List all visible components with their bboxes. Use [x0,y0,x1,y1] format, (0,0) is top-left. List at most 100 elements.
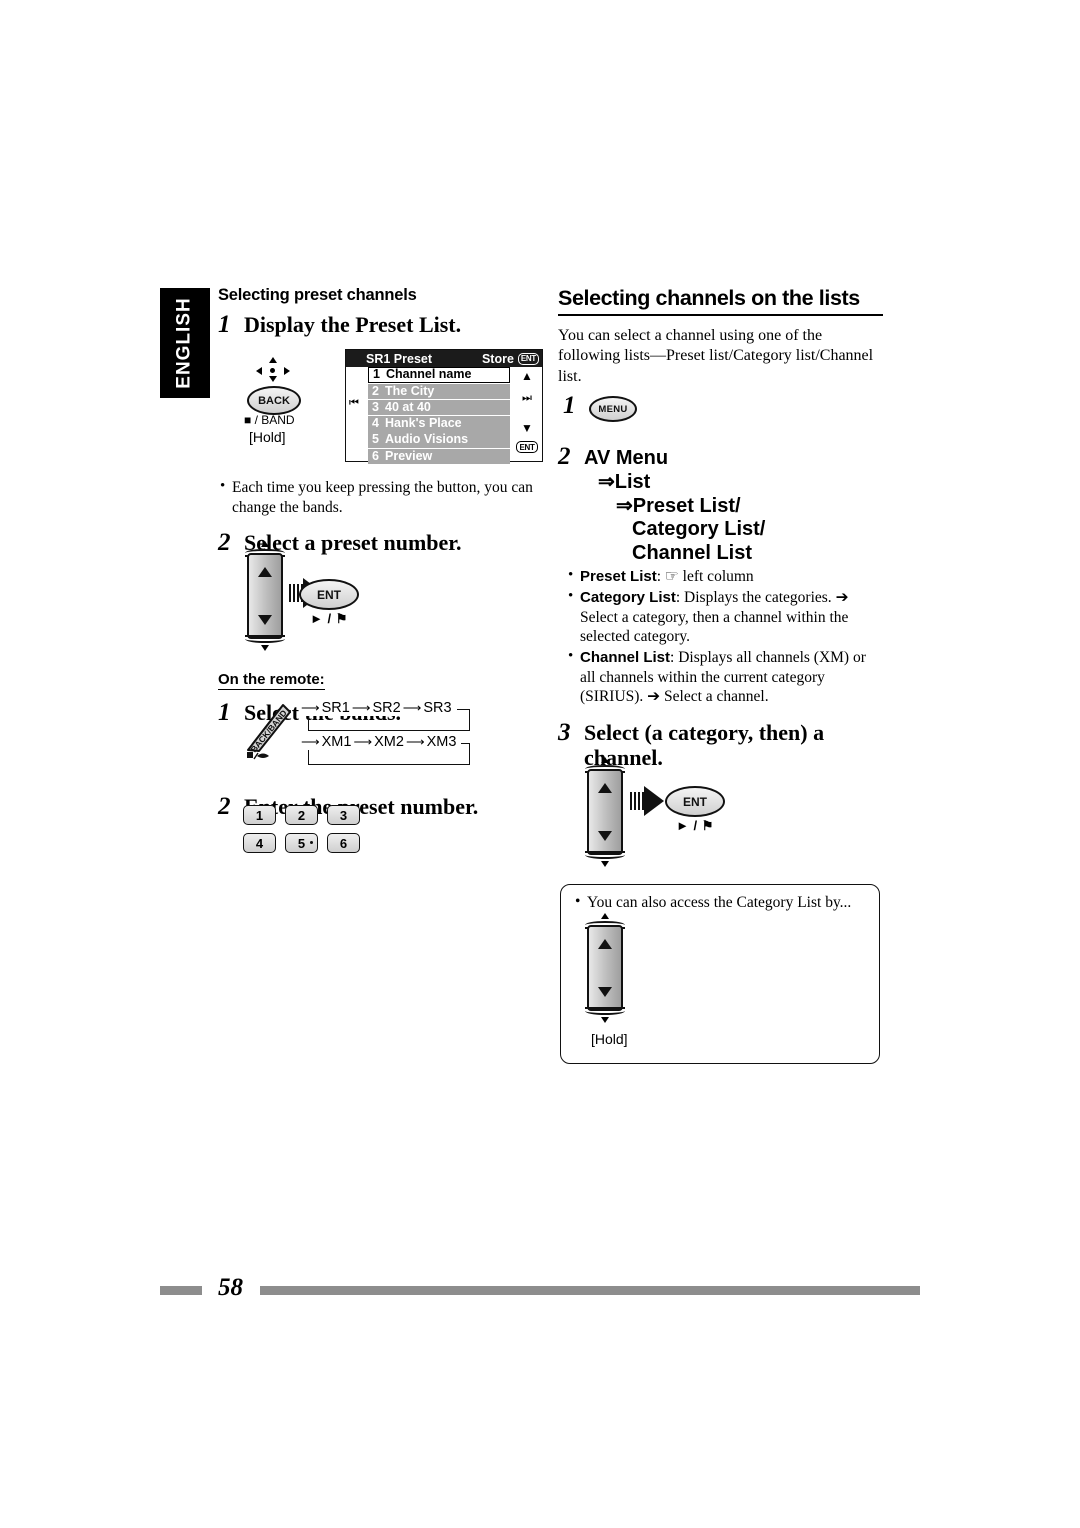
arrow-icon: ⟶ [301,700,320,715]
ent-button[interactable]: ENT [299,579,359,610]
preset-list-header: SR1 Preset Store ENT [346,350,542,367]
list-item-label: 40 at 40 [385,399,431,414]
back-button[interactable]: BACK [247,386,301,415]
dpad-right-icon [284,366,290,375]
arrow-icon: ⟶ [402,700,422,715]
scroll-rocker-control[interactable] [583,757,627,867]
rocker-top-tip-icon [601,757,609,763]
list-item: Channel List: Displays all channels (XM)… [566,647,883,707]
svg-text:BACK/BAND: BACK/BAND [249,708,289,754]
band-sequence-items: ⟶ SR1 ⟶ SR2 ⟶ SR3 [300,700,457,716]
rocker-bottom-cap [585,851,625,859]
list-item-index: 6 [372,448,379,463]
rocker-up-icon[interactable] [598,783,612,793]
remote-step-2-number: 2 [218,793,231,821]
list-item: Category List: Displays the categories. … [566,587,883,647]
rocker-top-tip-icon [261,541,269,547]
right-step-1-number: 1 [563,392,576,419]
left-section-heading: Selecting preset channels [218,286,417,304]
remote-back-band-icon: BACK/BAND [247,704,291,760]
rocker-down-icon[interactable] [258,615,272,625]
left-step-1-title: Display the Preset List. [244,312,462,337]
rocker-up-icon[interactable] [258,567,272,577]
band-sequence-row: ⟶ SR1 ⟶ SR2 ⟶ SR3 [300,700,470,731]
band-label-sr2: SR2 [371,700,402,716]
right-column: Selecting channels on the lists You can … [558,286,883,770]
key-4[interactable]: 4 [243,833,276,853]
list-item[interactable]: 1 Channel name [368,367,510,383]
ent-button[interactable]: ENT [665,786,725,817]
arrow-icon: ⟶ [301,734,320,749]
menu-path-line-3: ⇒Preset List/ [616,494,741,517]
language-tab-label: ENGLISH [174,297,196,389]
list-type-descriptions: Preset List: ☞ left column Category List… [566,566,883,707]
scroll-up-icon[interactable]: ▲ [521,370,533,382]
remote-back-band-button[interactable]: BACK/BAND [243,703,293,761]
next-track-icon[interactable]: ⏭ [522,393,532,404]
dpad-down-icon [268,376,277,382]
preset-list-body: ⏮ 1 Channel name 2 The City 3 40 at 40 4 Han… [346,367,542,464]
list-item-index: 2 [372,383,379,398]
list-item: Preset List: ☞ left column [566,566,883,587]
list-item[interactable]: 2 The City [368,383,510,400]
rocker-bottom-cap [585,1007,625,1015]
note-box: You can also access the Category List by… [560,884,880,1064]
list-item[interactable]: 6 Preview [368,448,510,464]
arrow-icon: ⟶ [405,734,425,749]
list-item: Each time you keep pressing the button, … [218,477,538,517]
footer-bar-left [160,1286,202,1295]
list-item-index: 1 [373,367,380,381]
right-step-2-number: 2 [558,443,571,471]
key-3[interactable]: 3 [327,805,360,825]
right-step-3-title: Select (a category, then) a channel. [584,720,825,770]
rocker-up-icon[interactable] [598,939,612,949]
right-step-3-number: 3 [558,719,571,747]
rocker-bar[interactable] [587,925,623,1011]
key-5-label: 5 [297,835,306,851]
band-label-xm1: XM1 [320,734,353,750]
rocker-bottom-cap [245,635,285,643]
band-sequence-row: ⟶ XM1 ⟶ XM2 ⟶ XM3 [300,734,470,765]
list-item[interactable]: 3 40 at 40 [368,399,510,416]
preset-list-desc: : ☞ left column [656,568,754,586]
key-1[interactable]: 1 [243,805,276,825]
left-step-1: 1 Display the Preset List. [218,311,538,339]
rocker-bottom-tip-icon [601,861,609,867]
left-step-1-number: 1 [218,311,231,338]
scroll-down-icon[interactable]: ▼ [521,422,533,434]
rocker-down-icon[interactable] [598,987,612,997]
menu-button[interactable]: MENU [589,396,637,422]
category-list-term: Category List [580,589,676,607]
right-section-heading: Selecting channels on the lists [558,286,883,316]
dpad-left-icon [256,366,262,375]
rocker-bar[interactable] [247,553,283,639]
rocker-top-tip-icon [601,913,609,919]
list-item[interactable]: 5 Audio Visions [368,432,510,448]
key-2[interactable]: 2 [285,805,318,825]
left-step-1-notes: Each time you keep pressing the button, … [218,477,538,517]
scroll-rocker-control[interactable] [243,541,287,651]
list-item[interactable]: 4 Hank's Place [368,416,510,432]
rocker-bar[interactable] [587,769,623,855]
remote-step-1-number: 1 [218,699,231,727]
rocker-bottom-tip-icon [261,645,269,651]
ent-button-group-right: ENT ► / ⚑ [663,786,727,834]
list-item-index: 3 [372,399,379,414]
band-label-sr1: SR1 [320,700,351,716]
band-label-xm2: XM2 [373,734,405,750]
list-item-label: Audio Visions [385,432,469,447]
page-footer: 58 [160,1274,920,1301]
list-item-label: The City [385,383,435,398]
left-step-2-number: 2 [218,529,231,557]
rocker-down-icon[interactable] [598,831,612,841]
key-5[interactable]: 5 [285,833,318,853]
right-intro-text: You can select a channel using one of th… [558,327,874,385]
band-sequence-items: ⟶ XM1 ⟶ XM2 ⟶ XM3 [300,734,462,750]
key-6[interactable]: 6 [327,833,360,853]
list-item-label: Channel name [386,367,472,381]
band-sequence-diagram: ⟶ SR1 ⟶ SR2 ⟶ SR3 ⟶ XM1 ⟶ XM2 ⟶ XM3 [300,700,470,765]
scroll-rocker-control[interactable] [583,913,627,1023]
category-list-desc: : Displays the categories. [675,589,832,607]
manual-page: ENGLISH Selecting preset channels 1 Disp… [0,0,1080,1528]
ent-button-group-left: ENT ► / ⚑ [297,579,361,627]
